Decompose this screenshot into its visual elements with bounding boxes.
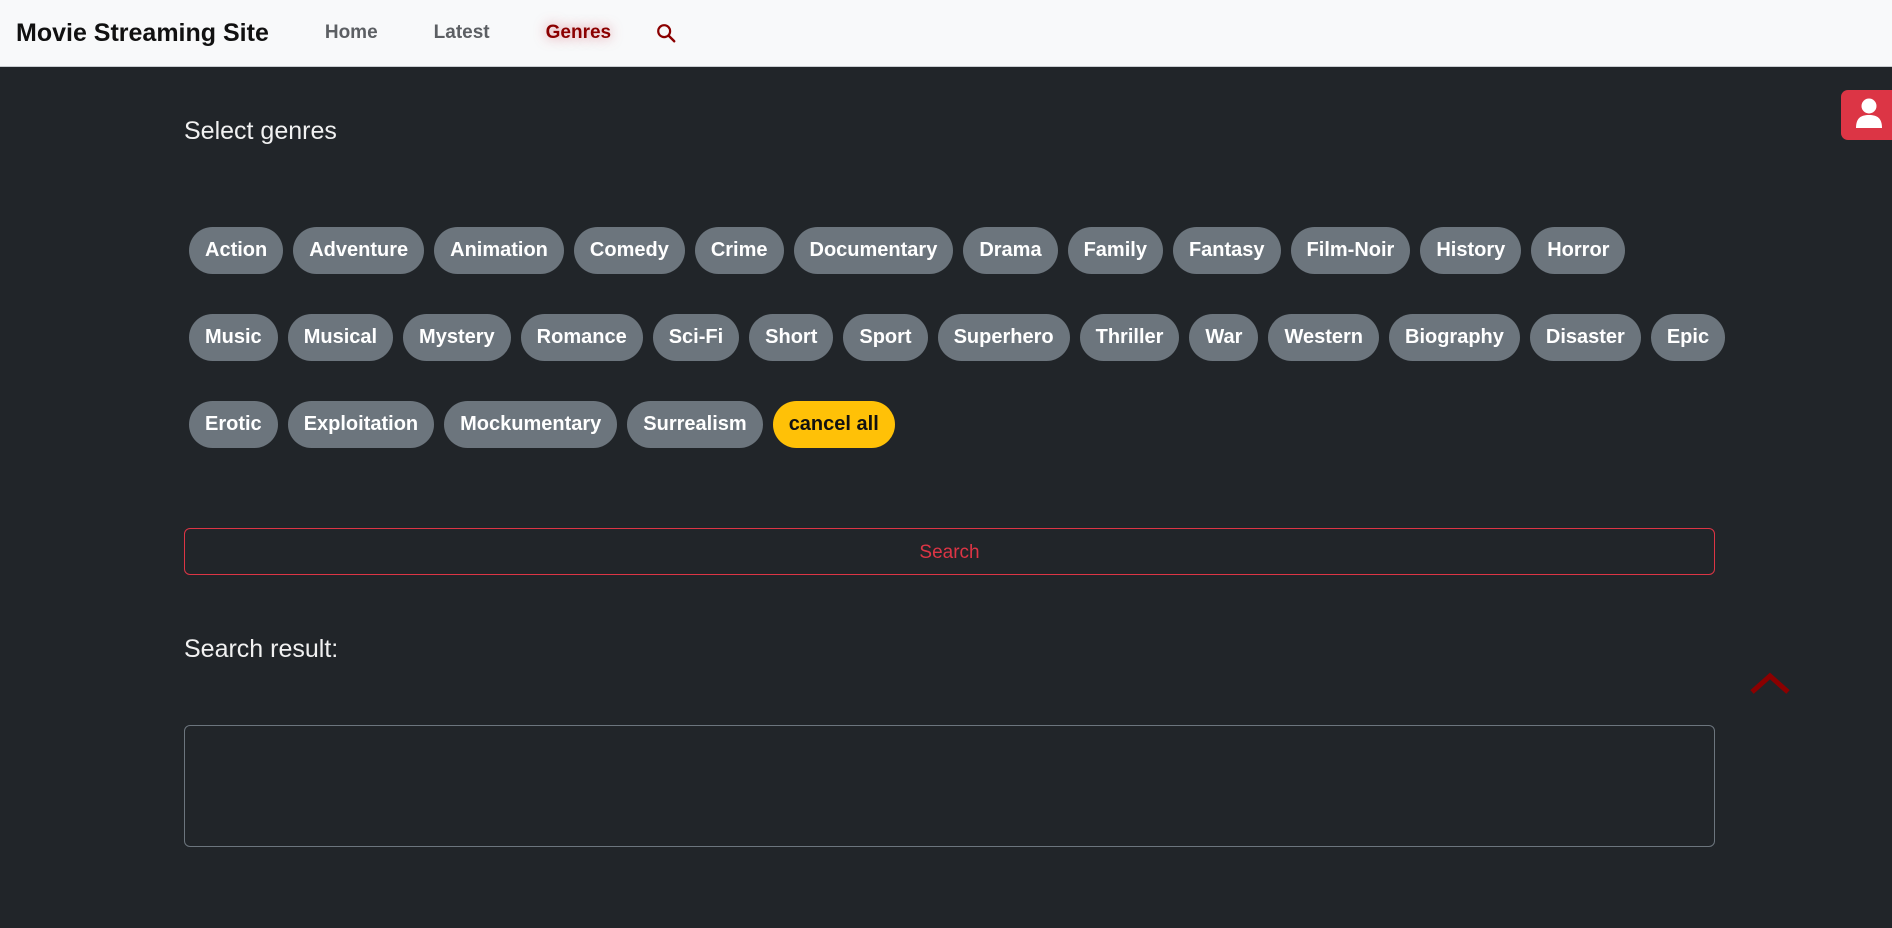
- genre-chip-western[interactable]: Western: [1268, 314, 1379, 361]
- genre-chip-sport[interactable]: Sport: [843, 314, 928, 361]
- genre-row-2: Music Musical Mystery Romance Sci-Fi Sho…: [189, 314, 1726, 361]
- genre-chip-film-noir[interactable]: Film-Noir: [1290, 227, 1411, 274]
- genre-chip-adventure[interactable]: Adventure: [293, 227, 425, 274]
- genre-chip-disaster[interactable]: Disaster: [1529, 314, 1641, 361]
- search-results-container: [184, 725, 1715, 847]
- cancel-all-button[interactable]: cancel all: [772, 401, 895, 448]
- genre-chip-musical[interactable]: Musical: [287, 314, 394, 361]
- genre-chip-mystery[interactable]: Mystery: [403, 314, 511, 361]
- genre-chip-animation[interactable]: Animation: [434, 227, 564, 274]
- user-account-button[interactable]: [1841, 90, 1892, 140]
- genre-row-1: Action Adventure Animation Comedy Crime …: [189, 227, 1626, 274]
- genre-chip-drama[interactable]: Drama: [963, 227, 1058, 274]
- genre-chip-mockumentary[interactable]: Mockumentary: [444, 401, 618, 448]
- genre-chip-romance[interactable]: Romance: [520, 314, 643, 361]
- genre-chip-war[interactable]: War: [1189, 314, 1259, 361]
- genre-chip-crime[interactable]: Crime: [694, 227, 784, 274]
- genre-chip-surrealism[interactable]: Surrealism: [627, 401, 763, 448]
- genre-row-3: Erotic Exploitation Mockumentary Surreal…: [189, 401, 895, 448]
- search-icon[interactable]: [655, 22, 677, 44]
- genre-chip-documentary[interactable]: Documentary: [793, 227, 954, 274]
- user-icon: [1854, 97, 1884, 134]
- genre-chip-comedy[interactable]: Comedy: [573, 227, 685, 274]
- genre-chip-exploitation[interactable]: Exploitation: [287, 401, 435, 448]
- genre-chip-erotic[interactable]: Erotic: [189, 401, 278, 448]
- site-brand[interactable]: Movie Streaming Site: [16, 19, 269, 48]
- nav-latest-link[interactable]: Latest: [406, 22, 518, 44]
- genre-chip-biography[interactable]: Biography: [1389, 314, 1520, 361]
- genre-chip-short[interactable]: Short: [749, 314, 834, 361]
- genre-chip-sci-fi[interactable]: Sci-Fi: [652, 314, 740, 361]
- genre-chip-epic[interactable]: Epic: [1650, 314, 1726, 361]
- genre-chip-family[interactable]: Family: [1067, 227, 1163, 274]
- top-navbar: Movie Streaming Site Home Latest Genres: [0, 0, 1892, 67]
- genre-chip-music[interactable]: Music: [189, 314, 278, 361]
- genre-chip-fantasy[interactable]: Fantasy: [1172, 227, 1281, 274]
- genre-chip-horror[interactable]: Horror: [1531, 227, 1626, 274]
- search-result-title: Search result:: [184, 635, 339, 663]
- nav-home-link[interactable]: Home: [297, 22, 406, 44]
- genre-chip-action[interactable]: Action: [189, 227, 284, 274]
- nav-links: Home Latest Genres: [297, 22, 677, 44]
- genre-chip-superhero[interactable]: Superhero: [937, 314, 1070, 361]
- scroll-to-top-button[interactable]: [1748, 668, 1792, 698]
- nav-genres-link[interactable]: Genres: [518, 22, 639, 44]
- genre-chip-thriller[interactable]: Thriller: [1079, 314, 1180, 361]
- chevron-up-icon: [1748, 672, 1792, 702]
- search-button[interactable]: Search: [184, 528, 1715, 575]
- genre-chip-history[interactable]: History: [1420, 227, 1522, 274]
- select-genres-title: Select genres: [184, 117, 337, 145]
